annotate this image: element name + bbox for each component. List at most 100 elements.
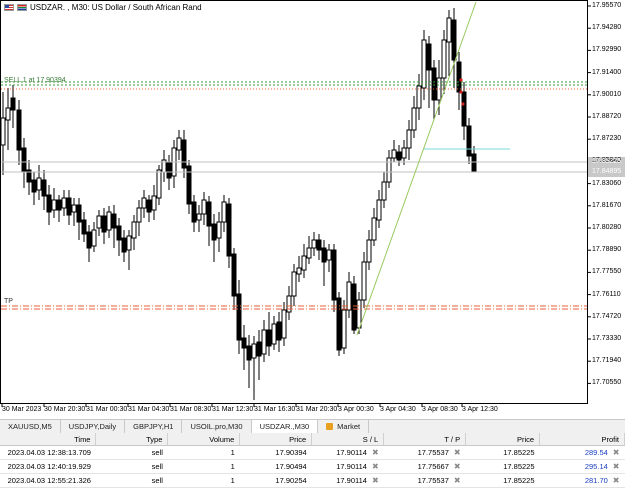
time-cell-value: 2023.04.03 12:38:13.709 <box>7 448 91 457</box>
table-row[interactable]: 2023.04.03 12:40:19.929 sell 1 17.90494 17.9… <box>0 459 625 474</box>
price-axis-label: 17.91400 <box>592 68 622 76</box>
stop-loss-cell-value: 17.90114 <box>336 448 367 457</box>
remove-level-icon[interactable]: ✖ <box>372 462 379 471</box>
profit-cell-value: 289.54 <box>584 448 608 457</box>
remove-level-icon[interactable]: ✖ <box>454 476 461 485</box>
type-cell-value: sell <box>151 462 163 471</box>
trade-marker <box>459 78 463 82</box>
candle-body <box>416 85 422 109</box>
column-header[interactable]: Volume <box>167 433 241 446</box>
price-chart[interactable]: USDZAR. , M30: US Dollar / South African… <box>0 0 625 418</box>
candle-body <box>401 147 407 159</box>
close-position-icon[interactable]: ✖ <box>613 448 620 457</box>
candle-body <box>356 299 362 329</box>
table-row[interactable]: 2023.04.03 12:38:13.709 sell 1 17.90394 17.9… <box>0 445 625 460</box>
profit-cell-value: 281.70 <box>584 476 608 485</box>
remove-level-icon[interactable]: ✖ <box>372 476 379 485</box>
candle-body <box>381 181 387 201</box>
chart-tab[interactable]: XAUUSD,M5 <box>0 420 61 433</box>
table-row[interactable]: 2023.04.03 12:55:21.326 sell 1 17.90254 17.9… <box>0 473 625 488</box>
candle-body <box>66 197 72 216</box>
time-axis-label: 31 Mar 12:30 <box>212 406 254 413</box>
candle-body <box>176 137 182 151</box>
tab-label: GBPJPY,H1 <box>133 422 174 431</box>
candle-body <box>466 125 472 157</box>
time-axis-label: 3 Apr 12:30 <box>462 406 498 413</box>
price-cell-value: 17.90254 <box>275 476 307 485</box>
time-axis-label: 31 Mar 00:30 <box>86 406 128 413</box>
type-cell-value: sell <box>151 476 163 485</box>
candle-body <box>351 283 357 331</box>
candle-body <box>341 309 347 349</box>
remove-level-icon[interactable]: ✖ <box>454 462 461 471</box>
candle-body <box>131 221 137 239</box>
tab-label: XAUUSD,M5 <box>8 422 52 431</box>
candle-body <box>306 247 312 259</box>
trend-line[interactable] <box>356 1 477 336</box>
candle-body <box>236 293 242 341</box>
volume-cell: 1 <box>167 459 240 474</box>
tab-market[interactable]: Market <box>318 420 370 433</box>
candlestick-chart-svg[interactable] <box>0 0 625 418</box>
candle-body <box>206 201 212 227</box>
type-cell-value: sell <box>151 448 163 457</box>
candle-body <box>101 215 107 233</box>
close-position-icon[interactable]: ✖ <box>613 476 620 485</box>
candle-body <box>391 149 397 159</box>
candle-body <box>326 249 332 261</box>
candle-body <box>46 194 52 213</box>
price-axis-label: 17.95570 <box>592 2 622 9</box>
candle-body <box>36 177 42 191</box>
profit-cell-value: 295.14 <box>584 462 608 471</box>
chart-tab[interactable]: GBPJPY,H1 <box>125 420 183 433</box>
time-cell-value: 2023.04.03 12:40:19.929 <box>7 462 91 471</box>
price-axis-label: 17.77550 <box>592 268 622 276</box>
tab-label: USDZAR.,M30 <box>259 422 310 431</box>
candle-body <box>286 295 292 313</box>
column-header[interactable]: T / P <box>383 433 467 446</box>
chart-frame <box>0 0 588 404</box>
price-cell-value: 17.90394 <box>275 448 307 457</box>
price-axis-label: 17.76110 <box>592 290 621 298</box>
price-axis-label: 17.90010 <box>592 90 622 98</box>
candle-body <box>181 139 187 169</box>
close-position-icon[interactable]: ✖ <box>613 462 620 471</box>
column-header[interactable]: Price <box>465 433 541 446</box>
candle-body <box>201 199 207 215</box>
column-header[interactable]: Time <box>0 433 97 446</box>
volume-cell-value: 1 <box>230 462 235 471</box>
chart-tab[interactable]: USOIL.pro,M30 <box>182 420 252 433</box>
volume-cell: 1 <box>167 473 240 488</box>
remove-level-icon[interactable]: ✖ <box>372 448 379 457</box>
price-axis-label: 17.78890 <box>592 246 622 254</box>
time-axis-label: 3 Apr 08:30 <box>422 406 458 413</box>
chart-tab[interactable]: USDJPY,Daily <box>61 420 126 433</box>
price-axis-label: 17.74720 <box>592 312 622 320</box>
candle-body <box>0 117 6 146</box>
stop-loss-cell-value: 17.90114 <box>336 462 367 471</box>
price-axis-label: 17.70550 <box>592 379 622 387</box>
price-axis-label: 17.81670 <box>592 201 622 209</box>
candle-body <box>5 107 11 121</box>
candle-body <box>296 267 302 275</box>
candle-body <box>56 199 62 211</box>
time-axis-label: 3 Apr 04:30 <box>380 406 416 413</box>
profit-cell: 281.70 ✖ <box>539 473 625 488</box>
column-header[interactable]: S / L <box>311 433 385 446</box>
column-header[interactable]: Type <box>95 433 169 446</box>
remove-level-icon[interactable]: ✖ <box>454 448 461 457</box>
price-axis-label: 17.87230 <box>592 135 622 143</box>
price-cell: 17.90254 <box>239 473 312 488</box>
current-price-cell-value: 17.85225 <box>503 462 535 471</box>
candle-body <box>461 91 467 127</box>
candle-body <box>21 147 27 173</box>
time-axis-label: 3 Apr 00:30 <box>338 406 374 413</box>
column-header[interactable]: Price <box>239 433 313 446</box>
table-header-row: Time Type Volume Price S / LT / P Price Profit <box>0 433 625 446</box>
chart-tab[interactable]: USDZAR.,M30 <box>251 420 319 433</box>
candle-body <box>396 151 402 161</box>
candle-body <box>221 201 227 223</box>
column-header[interactable]: Profit <box>539 433 625 446</box>
take-profit-cell: 17.75667 ✖ <box>383 459 466 474</box>
candle-body <box>411 107 417 131</box>
